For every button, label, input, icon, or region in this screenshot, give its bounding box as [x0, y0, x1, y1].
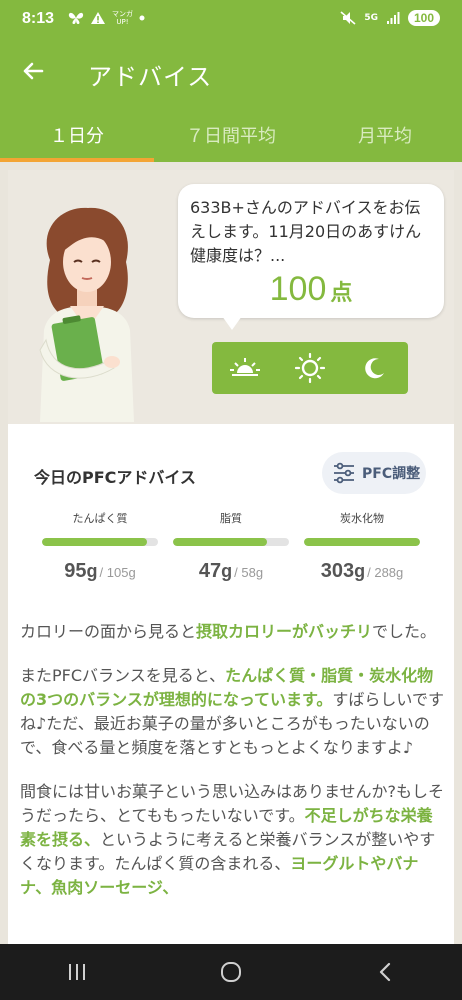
advice-paragraph: またPFCバランスを見ると、たんぱく質・脂質・炭水化物の3つのバランスが理想的に… [20, 666, 444, 757]
manga-app-icon: マンガ UP! [112, 10, 133, 26]
status-right-icons: 5G 100 [340, 10, 440, 26]
moon-icon [365, 358, 385, 379]
score-value: 100 [269, 270, 327, 308]
sun-icon [294, 353, 325, 383]
nutrient-label: 炭水化物 [340, 512, 384, 525]
nutrient-label: 脂質 [220, 512, 242, 525]
pfc-adjust-button[interactable]: PFC調整 [322, 452, 426, 494]
nutrient-label: たんぱく質 [72, 512, 128, 525]
pfc-advice-title: 今日のPFCアドバイス [34, 468, 196, 487]
home-icon [221, 962, 241, 982]
pfc-adjust-label: PFC調整 [362, 466, 421, 482]
pfc-advice-card: 今日のPFCアドバイス PFC調整 たんぱく質 95g/ 105g 脂質 47g… [8, 424, 454, 944]
nutrient-progress-bar [173, 538, 289, 546]
advice-text: カロリーの面から見ると摂取カロリーがバッチリでした。 またPFCバランスを見ると… [20, 620, 446, 920]
nutrient-carbohydrate: 炭水化物 303g/ 288g [304, 510, 420, 583]
page-title: アドバイス [88, 63, 213, 91]
signal-icon [386, 12, 400, 24]
nutrient-amount: 303g/ 288g [320, 560, 404, 582]
morning-button[interactable] [225, 348, 265, 388]
time-of-day-toggle [212, 342, 408, 394]
sliders-icon [334, 462, 354, 484]
health-score: 100 点 [190, 270, 432, 309]
app-bar: アドバイス [0, 40, 462, 104]
mute-icon [340, 11, 356, 25]
warning-icon [91, 12, 105, 24]
tab-weekly-average[interactable]: ７日間平均 [154, 104, 308, 162]
advice-paragraph: 間食には甘いお菓子という思い込みはありませんか?もしそうだったら、とてももったい… [20, 782, 445, 897]
back-nav-icon [379, 962, 391, 982]
arrow-left-icon [23, 62, 44, 80]
tab-bar: １日分 ７日間平均 月平均 [0, 104, 462, 162]
nutrient-progress-fill [173, 538, 267, 546]
advisor-section: 633B+さんのアドバイスをお伝えします。11月20日のあすけん健康度は？...… [8, 170, 454, 424]
back-button[interactable] [18, 56, 52, 88]
score-unit: 点 [330, 281, 353, 306]
system-nav-bar [0, 944, 462, 1000]
advice-paragraph: カロリーの面から見ると摂取カロリーがバッチリでした。 [20, 622, 437, 641]
tab-daily[interactable]: １日分 [0, 104, 154, 162]
battery-indicator: 100 [407, 10, 440, 26]
tab-monthly-average[interactable]: 月平均 [308, 104, 462, 162]
nutrient-summary: たんぱく質 95g/ 105g 脂質 47g/ 58g 炭水化物 303g/ 2… [42, 510, 420, 583]
nutrient-progress-bar [42, 538, 158, 546]
nutrient-progress-bar [304, 538, 420, 546]
nutrient-amount: 47g/ 58g [198, 560, 264, 582]
nutrient-progress-fill [42, 538, 147, 546]
status-bar: 8:13 マンガ UP! 5G 100 [0, 0, 462, 40]
dot-icon [139, 15, 145, 21]
home-button[interactable] [201, 952, 261, 992]
back-nav-button[interactable] [355, 952, 415, 992]
nutrient-protein: たんぱく質 95g/ 105g [42, 510, 158, 583]
advice-bubble: 633B+さんのアドバイスをお伝えします。11月20日のあすけん健康度は？...… [178, 184, 444, 330]
sunrise-icon [229, 358, 260, 376]
recent-apps-icon [69, 964, 85, 980]
advisor-avatar [39, 207, 134, 422]
status-time: 8:13 [22, 10, 55, 27]
nutrient-amount: 95g/ 105g [64, 560, 136, 582]
advisor-message: 633B+さんのアドバイスをお伝えします。11月20日のあすけん健康度は？... [190, 198, 422, 265]
nutrient-fat: 脂質 47g/ 58g [173, 510, 289, 583]
butterfly-icon [68, 12, 84, 24]
daytime-button[interactable] [290, 348, 330, 388]
night-button[interactable] [355, 348, 395, 388]
recent-apps-button[interactable] [47, 952, 107, 992]
network-label: 5G [364, 13, 378, 23]
status-left-icons: マンガ UP! [68, 10, 145, 26]
nutrient-progress-fill [304, 538, 420, 546]
